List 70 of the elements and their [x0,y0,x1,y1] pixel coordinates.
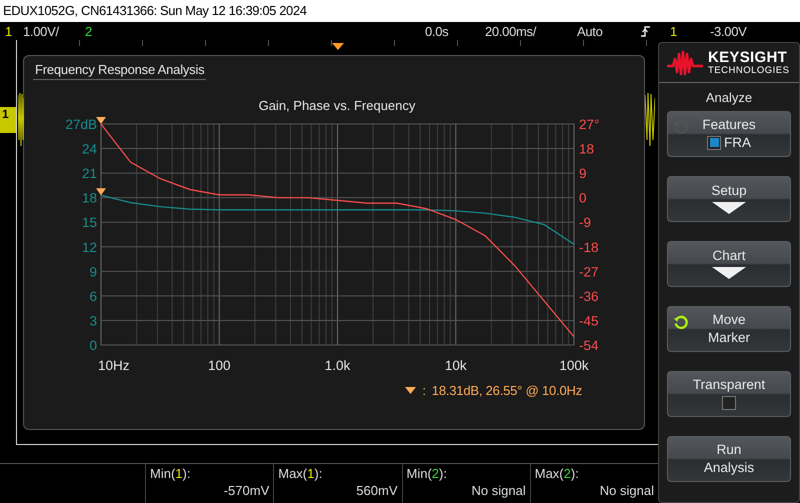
gain-axis-label: 0 [89,338,97,353]
logo-subtitle: TECHNOLOGIES [708,66,790,76]
trigger-position-icon[interactable] [332,43,344,50]
measurement-value: -570mV [222,483,270,498]
gain-axis-label: 24 [82,142,97,157]
phase-axis-label: -18 [579,240,599,255]
marker-triangle-icon[interactable] [96,188,106,196]
measurement-value: No signal [470,483,526,498]
measurement-value: 560mV [355,483,398,498]
checkbox[interactable] [722,396,736,410]
frequency-axis-label: 10k [444,358,467,373]
marker-readout: 18.31dB, 26.55° @ 10.0Hz [432,383,582,398]
gain-axis-label: 3 [89,313,97,328]
down-arrow-icon [712,202,746,214]
softkey-button[interactable]: Move Marker [667,306,791,352]
phase-axis-label: -45 [579,313,599,328]
phase-axis-label: -54 [579,338,599,353]
measurement-label: Min(1): [150,466,192,481]
gain-axis-label: 27dB [65,117,97,132]
time-offset[interactable]: 0.0s [425,24,485,38]
measurement-label: Max(1): [278,466,324,481]
marker-triangle-icon [405,387,416,394]
phase-axis-label: 9 [579,166,587,182]
window-title: EDUX1052G, CN61431366: Sun May 12 16:39:05 2024 [0,0,800,22]
frequency-axis-label: 10Hz [98,358,130,373]
trigger-mode[interactable]: Auto [577,24,641,38]
phase-axis-label: -36 [579,288,599,304]
softkey-button[interactable]: Setup [667,176,791,222]
phase-axis-label: 27° [579,117,600,132]
measurement-label: Min(2): [406,466,448,481]
frequency-axis-label: 100k [559,358,589,373]
phase-axis-label: 18 [579,142,594,157]
frequency-axis-label: 1.0k [324,358,350,373]
channel-number[interactable]: 1 [0,24,23,38]
softkey-button[interactable]: Run Analysis [667,436,791,482]
down-arrow-icon [712,266,746,279]
rising-edge-icon [641,24,651,38]
rotate-arrow-icon [673,314,689,330]
time-scale[interactable]: 20.00ms/ [485,24,577,38]
gain-axis-label: 12 [82,240,97,255]
marker-triangle-icon[interactable] [96,117,106,124]
gain-axis-label: 15 [82,215,97,230]
chart-title: Gain, Phase vs. Frequency [258,98,416,113]
phase-axis-label: -27 [579,264,599,280]
waveform-logo-icon [667,50,703,76]
rotate-arrow-icon [673,119,689,135]
logo-name: KEYSIGHT [708,50,788,65]
gain-axis-label: 21 [82,166,97,182]
gain-axis-label: 6 [89,288,97,304]
softkey-button[interactable]: Features FRA [667,111,791,157]
waveform-drawing [18,90,24,148]
measurement-label: Max(2): [534,466,580,481]
softkey-button[interactable]: Chart [667,241,791,287]
measurement-value: No signal [598,483,654,498]
ground-marker[interactable]: 1 [0,107,16,133]
softkey-button[interactable]: Transparent [667,371,791,417]
vertical-scale[interactable]: 1.00V/ [23,24,85,38]
trigger-source[interactable]: 1 [670,24,710,38]
trigger-level[interactable]: -3.00V [710,24,768,38]
dialog-title: Frequency Response Analysis [33,62,206,80]
phase-axis-label: -9 [579,215,592,230]
gain-axis-label: 18 [82,190,97,206]
phase-axis-label: 0 [579,190,587,206]
menu-title: Analyze [706,90,752,105]
channel-number[interactable]: 2 [85,24,425,38]
marker-separator: : [422,383,426,398]
waveform-drawing [645,90,655,148]
frequency-axis-label: 100 [208,358,231,373]
gain-axis-label: 9 [89,264,97,280]
checkbox[interactable] [707,136,721,150]
